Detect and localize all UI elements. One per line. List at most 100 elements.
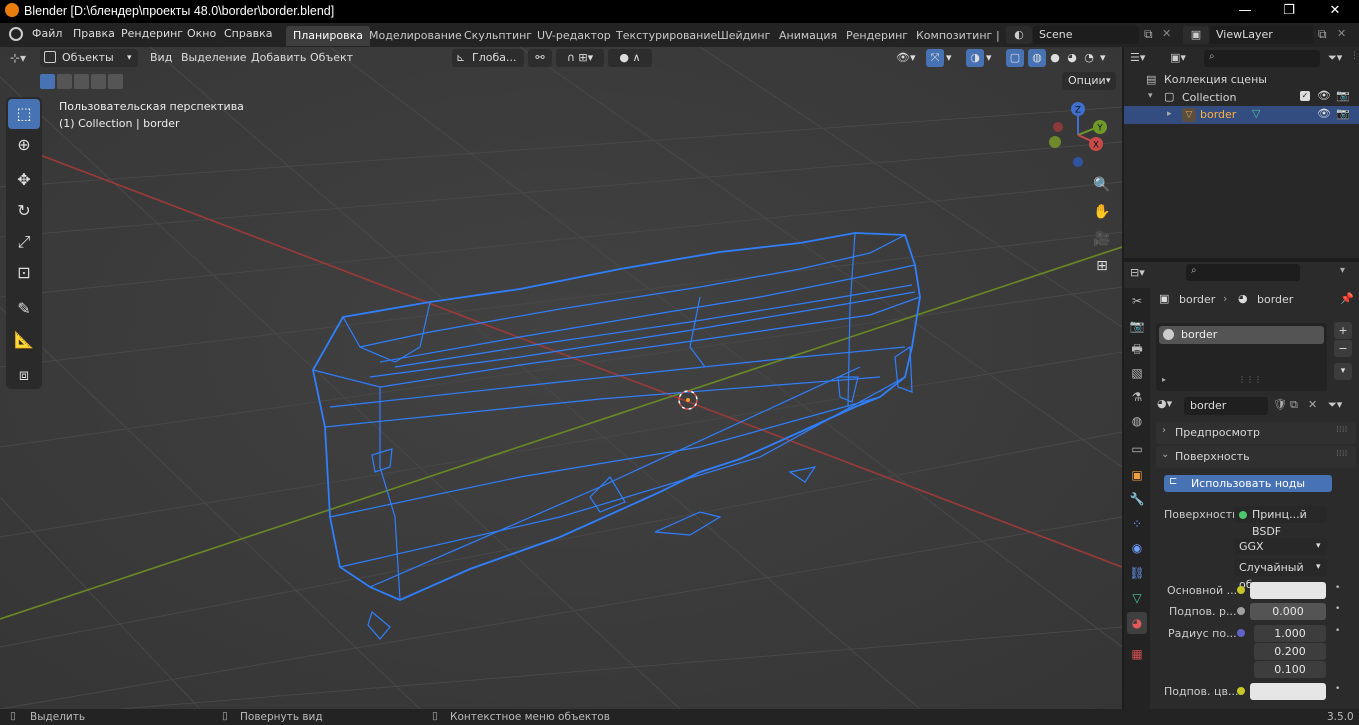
new-scene-icon[interactable]: ⧉ <box>1144 27 1153 42</box>
surface-panel-header[interactable]: ⌄ Поверхность ⁞⁞⁞⁞ <box>1156 446 1356 468</box>
keyframe-dot-icon[interactable]: • <box>1335 583 1340 593</box>
tab-modeling[interactable]: Моделирование <box>362 26 469 46</box>
wireframe-shading-icon[interactable]: ◍ <box>1028 49 1046 67</box>
tab-compositing[interactable]: Композитинг <box>909 26 999 46</box>
select-new-icon[interactable] <box>40 74 55 89</box>
scene-collection-label[interactable]: Коллекция сцены <box>1164 73 1267 86</box>
transform-orientation-dropdown[interactable]: ⊾ Глоба... <box>452 49 524 67</box>
menu-add[interactable]: Добавить <box>251 49 306 67</box>
shading-menu-icon[interactable]: ▾ <box>1100 49 1106 67</box>
options-dropdown[interactable]: Опции ▾ <box>1062 72 1116 90</box>
collection-visibility-icon[interactable]: 👁 <box>1317 89 1331 102</box>
close-button[interactable]: ✕ <box>1312 0 1358 23</box>
radius-y-value[interactable]: 0.200 <box>1254 643 1326 660</box>
solid-shading-icon[interactable]: ● <box>1046 49 1064 67</box>
color-socket-icon[interactable] <box>1237 586 1245 594</box>
constraints-tab-icon[interactable]: ⛓ <box>1127 562 1147 584</box>
minimize-button[interactable]: — <box>1222 0 1268 23</box>
scale-tool-icon[interactable]: ⤢ <box>8 227 40 257</box>
maximize-button[interactable]: ❐ <box>1266 0 1312 23</box>
subsurface-color-swatch[interactable] <box>1250 683 1326 700</box>
subsurface-value[interactable]: 0.000 <box>1250 603 1326 620</box>
material-shading-icon[interactable]: ◕ <box>1063 49 1081 67</box>
properties-editor-icon[interactable]: ⊟▾ <box>1130 266 1145 279</box>
float-socket-icon[interactable] <box>1237 607 1245 615</box>
tab-shading[interactable]: Шейдинг <box>710 26 777 46</box>
add-slot-button[interactable]: + <box>1334 322 1352 339</box>
collection-tab-icon[interactable]: ▭ <box>1127 438 1147 460</box>
blender-menu-icon[interactable] <box>9 27 23 41</box>
particles-tab-icon[interactable]: ⁘ <box>1127 513 1147 535</box>
mode-dropdown[interactable]: Объекты ▾ <box>40 49 138 67</box>
mesh-data-icon[interactable]: ▽ <box>1252 107 1260 120</box>
link-mode-icon[interactable]: ⏷▾ <box>1328 398 1342 412</box>
display-mode-icon[interactable]: ▣▾ <box>1170 51 1186 64</box>
object-name[interactable]: border <box>1200 108 1236 121</box>
collection-label[interactable]: Collection <box>1182 91 1236 104</box>
gizmo-neg-z-icon[interactable] <box>1073 157 1083 167</box>
surface-shader-field[interactable]: Принц...й BSDF <box>1234 506 1327 538</box>
slot-specials-button[interactable]: ▾ <box>1334 363 1352 380</box>
overlay-menu-icon[interactable]: ▾ <box>986 49 992 67</box>
tab-sculpting[interactable]: Скульптинг <box>457 26 539 46</box>
menu-view[interactable]: Вид <box>150 49 172 67</box>
preview-panel-header[interactable]: › Предпросмотр ⁞⁞⁞⁞ <box>1156 422 1356 444</box>
subsurface-method-dropdown[interactable]: Случайный об... ▾ <box>1234 559 1327 591</box>
zoom-icon[interactable]: 🔍 <box>1089 172 1115 198</box>
output-tab-icon[interactable]: 🖶 <box>1127 338 1147 360</box>
remove-slot-button[interactable]: − <box>1334 340 1352 357</box>
gizmo-menu-icon[interactable]: ▾ <box>946 49 952 67</box>
camera-view-icon[interactable]: 🎥 <box>1089 226 1115 252</box>
material-browse-icon[interactable]: ◕▾ <box>1157 397 1172 410</box>
rotate-tool-icon[interactable]: ↻ <box>8 196 40 226</box>
pan-hand-icon[interactable]: ✋ <box>1089 199 1115 225</box>
outliner-editor-icon[interactable]: ☰▾ <box>1130 51 1145 64</box>
panel-resize-icon[interactable]: ⋮ <box>1350 51 1359 61</box>
vector-socket-icon[interactable] <box>1237 629 1245 637</box>
gizmo-toggle-icon[interactable]: ⤧ <box>926 49 944 67</box>
measure-tool-icon[interactable]: 📐 <box>8 325 40 355</box>
transform-tool-icon[interactable]: ⊡ <box>8 258 40 288</box>
menu-render[interactable]: Рендеринг <box>119 27 185 40</box>
collection-expand-icon[interactable]: ▾ <box>1148 91 1153 101</box>
tab-uv-editing[interactable]: UV-редактор <box>530 26 618 46</box>
delete-scene-icon[interactable]: ✕ <box>1162 27 1171 40</box>
duplicate-material-icon[interactable]: ⧉ <box>1290 398 1298 412</box>
pin-icon[interactable]: 📌 <box>1340 292 1354 305</box>
menu-window[interactable]: Окно <box>185 27 218 40</box>
xray-toggle-icon[interactable]: ▢ <box>1006 49 1024 67</box>
select-box-tool-icon[interactable]: ⬚ <box>8 99 40 129</box>
menu-help[interactable]: Справка <box>222 27 274 40</box>
select-intersect-icon[interactable] <box>108 74 123 89</box>
radius-x-value[interactable]: 1.000 <box>1254 625 1326 642</box>
fake-user-icon[interactable]: 🛡 <box>1273 398 1287 411</box>
pivot-point-icon[interactable]: ⚯ <box>528 49 552 67</box>
new-viewlayer-icon[interactable]: ⧉ <box>1318 27 1327 42</box>
texture-tab-icon[interactable]: ▦ <box>1127 643 1147 665</box>
keyframe-dot-icon[interactable]: • <box>1335 684 1340 694</box>
scene-name-field[interactable]: Scene <box>1033 26 1139 44</box>
cursor-tool-icon[interactable]: ⊕ <box>8 130 40 160</box>
snap-icon[interactable]: ∩ ⊞▾ <box>556 49 604 67</box>
gizmo-neg-y-icon[interactable] <box>1049 136 1061 148</box>
object-visibility-icon[interactable]: 👁 <box>1317 107 1331 120</box>
use-nodes-button[interactable]: ⊏ Использовать ноды <box>1164 475 1332 492</box>
delete-viewlayer-icon[interactable]: ✕ <box>1337 27 1346 40</box>
select-subtract-icon[interactable] <box>74 74 89 89</box>
scene-tab-icon[interactable]: ⚗ <box>1127 386 1147 408</box>
menu-object[interactable]: Объект <box>310 49 353 67</box>
menu-file[interactable]: Файл <box>30 27 64 40</box>
menu-select[interactable]: Выделение <box>181 49 247 67</box>
ortho-grid-icon[interactable]: ⊞ <box>1089 253 1115 279</box>
drag-grip-icon[interactable]: ⁞⁞⁞⁞ <box>1336 449 1347 459</box>
render-tab-icon[interactable]: 📷 <box>1127 315 1147 337</box>
base-color-swatch[interactable] <box>1250 582 1326 599</box>
tab-layout[interactable]: Планировка <box>286 26 370 46</box>
world-tab-icon[interactable]: ◍ <box>1127 410 1147 432</box>
view-layer-tab-icon[interactable]: ▧ <box>1127 362 1147 384</box>
modifiers-tab-icon[interactable]: 🔧 <box>1127 488 1147 510</box>
properties-search-input[interactable]: ⌕ <box>1186 264 1300 281</box>
tab-animation[interactable]: Анимация <box>772 26 844 46</box>
collection-render-icon[interactable]: 📷 <box>1336 89 1350 102</box>
tab-rendering[interactable]: Рендеринг <box>839 26 915 46</box>
